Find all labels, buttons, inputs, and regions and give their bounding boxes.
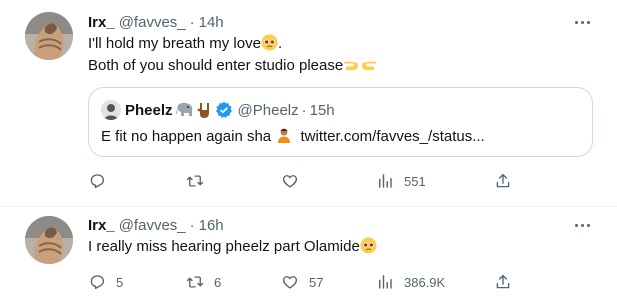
- separator-dot: ·: [189, 13, 195, 31]
- views-button[interactable]: 551: [376, 171, 426, 191]
- retweet-icon: [186, 276, 204, 288]
- like-count: 57: [309, 274, 324, 290]
- quoted-tweet[interactable]: Pheelz @Pheelz · 15h E fit no happen aga…: [88, 87, 593, 157]
- verified-icon: [215, 101, 232, 119]
- user-handle[interactable]: @favves_: [119, 14, 186, 31]
- timestamp[interactable]: 16h: [199, 217, 224, 234]
- separator-dot: ·: [189, 216, 195, 234]
- quote-text-line: E fit no happen again sha twitter.com/fa…: [101, 126, 485, 147]
- more-icon[interactable]: [572, 215, 592, 235]
- horns-icon: [196, 103, 209, 118]
- display-name[interactable]: Irx_: [88, 217, 115, 234]
- tweet-text-line: Both of you should enter studio please: [88, 56, 377, 76]
- avatar[interactable]: [25, 216, 73, 264]
- tweet-text-end: .: [277, 35, 283, 52]
- views-count: 386.9K: [404, 274, 446, 290]
- reply-count: 5: [116, 274, 124, 290]
- retweet-icon: [186, 175, 204, 187]
- pointing-hand-emoji: [361, 61, 377, 71]
- views-count: 551: [404, 173, 426, 189]
- share-icon: [496, 274, 510, 289]
- views-icon: [379, 174, 392, 188]
- reply-button[interactable]: [88, 171, 116, 191]
- retweet-button[interactable]: 6: [186, 272, 221, 292]
- user-handle[interactable]: @favves_: [119, 217, 186, 234]
- like-icon: [282, 276, 298, 289]
- tweet-text: Both of you should enter studio please: [88, 57, 344, 74]
- like-button[interactable]: 57: [281, 272, 323, 292]
- views-icon: [379, 275, 392, 289]
- quote-timestamp[interactable]: 15h: [310, 102, 335, 119]
- reply-icon: [90, 174, 105, 189]
- retweet-button[interactable]: [186, 171, 214, 191]
- quote-display-name[interactable]: Pheelz: [125, 102, 173, 119]
- avatar[interactable]: [25, 12, 73, 60]
- display-name[interactable]: Irx_: [88, 14, 115, 31]
- reply-icon: [90, 275, 105, 290]
- tweet-text: I really miss hearing pheelz part Olamid…: [88, 238, 360, 255]
- reply-button[interactable]: 5: [88, 272, 123, 292]
- pointing-hand-emoji: [344, 61, 359, 71]
- quote-link[interactable]: twitter.com/favves_/status...: [300, 128, 484, 145]
- share-icon: [496, 173, 510, 188]
- tweet-actions: 5 6 57 386.9K: [88, 272, 513, 292]
- quote-user-handle[interactable]: @Pheelz: [238, 102, 299, 119]
- views-button[interactable]: 386.9K: [376, 272, 445, 292]
- separator-dot: ·: [301, 101, 307, 119]
- tweet[interactable]: Irx_ @favves_ · 16h I really miss hearin…: [0, 208, 617, 296]
- person-emoji: [278, 128, 291, 143]
- elephant-icon: [175, 102, 192, 116]
- tweet-text-line: I really miss hearing pheelz part Olamid…: [88, 237, 377, 257]
- like-icon: [282, 175, 298, 188]
- more-icon[interactable]: [572, 12, 592, 32]
- pleading-face-emoji: [261, 34, 278, 51]
- like-button[interactable]: [281, 171, 309, 191]
- share-button[interactable]: [494, 272, 512, 292]
- quote-avatar[interactable]: [101, 100, 121, 120]
- tweet-actions: 551: [88, 171, 513, 191]
- tweet-text-line: I'll hold my breath my love.: [88, 34, 282, 54]
- retweet-count: 6: [214, 274, 222, 290]
- tweet[interactable]: Irx_ @favves_ · 14h I'll hold my breath …: [0, 0, 617, 207]
- timestamp[interactable]: 14h: [199, 14, 224, 31]
- tweet-text: I'll hold my breath my love: [88, 35, 261, 52]
- quote-text: E fit no happen again sha: [101, 128, 272, 145]
- share-button[interactable]: [494, 171, 512, 191]
- pleading-face-emoji: [360, 237, 377, 254]
